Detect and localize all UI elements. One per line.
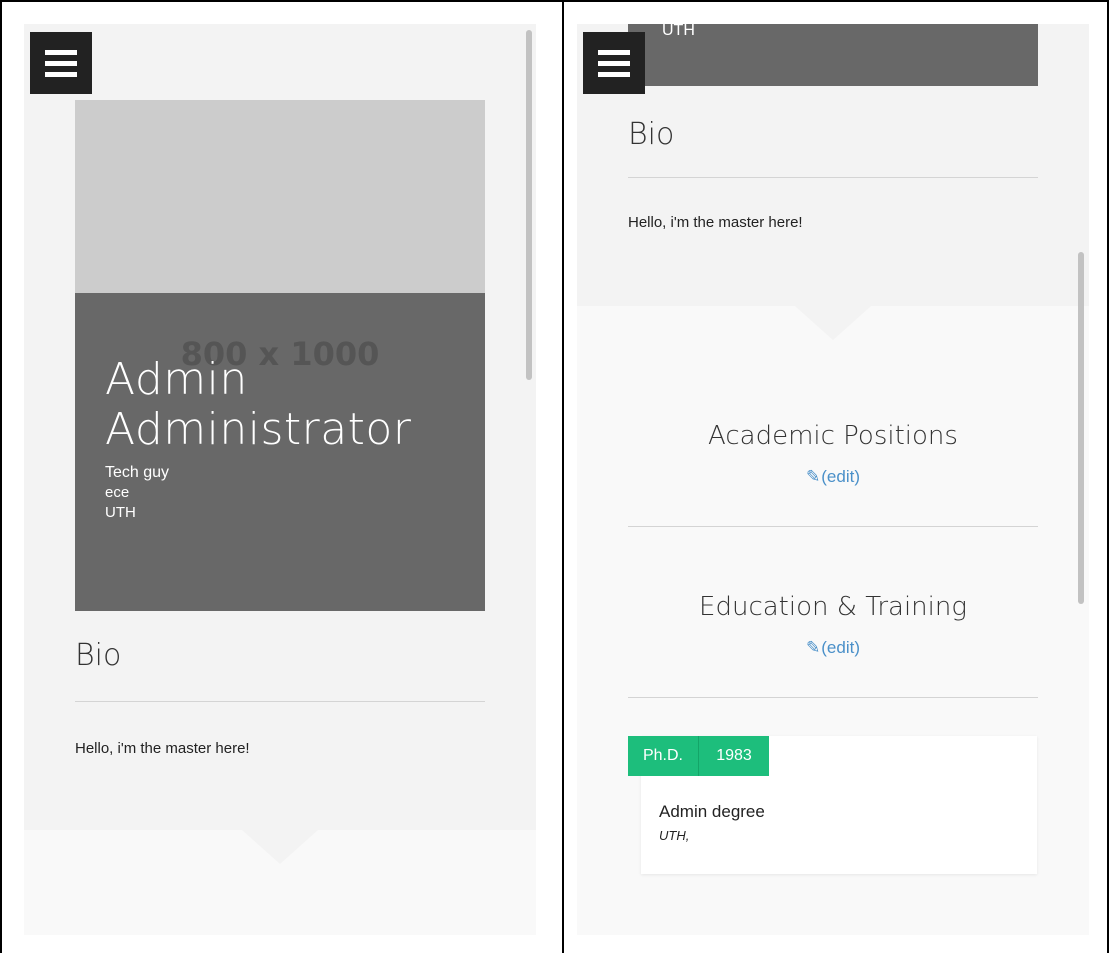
hamburger-menu-icon bbox=[598, 49, 630, 55]
edit-icon: ✎ bbox=[806, 467, 821, 486]
bio-text: Hello, i'm the master here! bbox=[628, 214, 803, 231]
frame-left-border bbox=[0, 0, 2, 953]
bio-heading: Bio bbox=[628, 117, 675, 152]
education-entry-card: Ph.D. 1983 Admin degree UTH, bbox=[628, 736, 1037, 874]
bio-text: Hello, i'm the master here! bbox=[75, 740, 250, 757]
section-arrow bbox=[795, 306, 871, 340]
edit-link-label: (edit) bbox=[821, 638, 860, 657]
frame-center-divider bbox=[562, 0, 564, 953]
academic-positions-heading: Academic Positions bbox=[708, 421, 958, 451]
profile-last-name: Administrator bbox=[105, 404, 412, 455]
profile-name-block: Admin Administrator Tech guy ece UTH bbox=[105, 355, 411, 523]
profile-institution: UTH bbox=[105, 504, 136, 521]
profile-institution: UTH bbox=[662, 24, 695, 39]
menu-button[interactable] bbox=[583, 32, 645, 94]
bio-divider bbox=[75, 701, 485, 702]
profile-role: Tech guy bbox=[105, 464, 170, 481]
right-phone-screen: UTH Bio Hello, i'm the master here! Acad… bbox=[577, 24, 1089, 935]
education-heading: Education & Training bbox=[699, 592, 967, 622]
academic-positions-edit-link[interactable]: ✎(edit) bbox=[628, 467, 1038, 487]
menu-button[interactable] bbox=[30, 32, 92, 94]
education-edit-link[interactable]: ✎(edit) bbox=[628, 638, 1038, 658]
profile-photo: 800 x 1000 Admin Administrator Tech guy … bbox=[75, 100, 485, 611]
hamburger-menu-icon bbox=[45, 49, 77, 55]
bio-heading: Bio bbox=[75, 638, 122, 673]
edit-icon: ✎ bbox=[806, 638, 821, 657]
profile-department: ece bbox=[105, 484, 130, 501]
profile-first-name: Admin bbox=[105, 354, 248, 405]
degree-title: Admin degree bbox=[659, 802, 765, 821]
academic-positions-divider bbox=[628, 526, 1038, 527]
education-divider bbox=[628, 697, 1038, 698]
year-badge: 1983 bbox=[699, 736, 769, 776]
scrollbar-thumb[interactable] bbox=[1078, 252, 1084, 604]
edit-link-label: (edit) bbox=[821, 467, 860, 486]
section-arrow bbox=[242, 830, 318, 864]
frame-top-border bbox=[0, 0, 1109, 2]
degree-school: UTH, bbox=[659, 828, 690, 843]
photo-placeholder-top bbox=[75, 100, 485, 293]
bio-divider bbox=[628, 177, 1038, 178]
scrollbar-thumb[interactable] bbox=[526, 30, 532, 380]
left-phone-screen: 800 x 1000 Admin Administrator Tech guy … bbox=[24, 24, 536, 935]
degree-badge: Ph.D. bbox=[628, 736, 698, 776]
